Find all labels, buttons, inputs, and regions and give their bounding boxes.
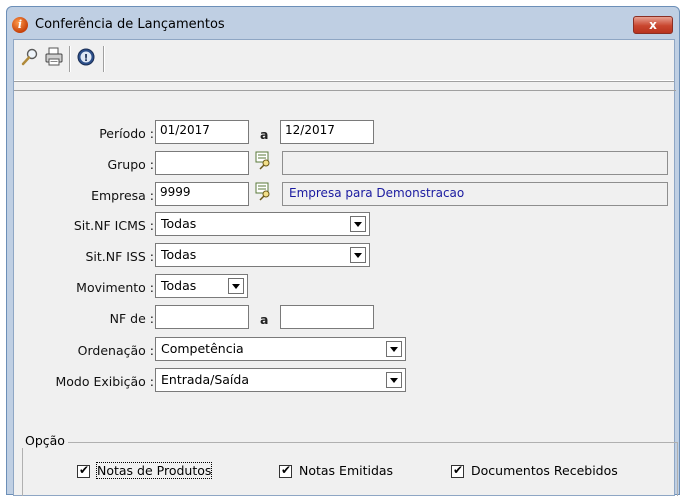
empresa-lookup-icon[interactable] bbox=[254, 181, 274, 201]
window: i Conferência de Lançamentos x ! Período… bbox=[6, 6, 680, 496]
toolbar-separator bbox=[69, 46, 71, 72]
periodo-label: Período : bbox=[99, 126, 154, 141]
modo-value: Entrada/Saída bbox=[161, 372, 249, 387]
printer-icon[interactable] bbox=[44, 47, 64, 67]
movimento-label: Movimento : bbox=[76, 280, 154, 295]
nf-to-input[interactable] bbox=[280, 305, 374, 329]
nf-from-input[interactable] bbox=[155, 305, 249, 329]
opcao-label: Opção bbox=[22, 433, 68, 448]
sit-icms-select[interactable]: Todas bbox=[155, 212, 370, 236]
client-area: ! Período : 01/2017 a 12/2017 Grupo : Em… bbox=[13, 39, 678, 496]
ordenacao-label: Ordenação : bbox=[77, 343, 154, 358]
toolbar-separator bbox=[103, 46, 105, 72]
notas-produtos-checkbox[interactable] bbox=[77, 463, 90, 478]
notas-emitidas-checkbox[interactable] bbox=[279, 463, 292, 478]
grupo-label: Grupo : bbox=[107, 157, 154, 172]
grupo-description bbox=[282, 151, 668, 175]
title-bar[interactable]: i Conferência de Lançamentos x bbox=[7, 7, 679, 41]
nf-sep-label: a bbox=[260, 312, 269, 327]
app-info-icon: i bbox=[12, 17, 28, 33]
chevron-down-icon[interactable] bbox=[228, 278, 244, 294]
ordenacao-select[interactable]: Competência bbox=[155, 337, 406, 361]
periodo-to-input[interactable]: 12/2017 bbox=[280, 120, 374, 144]
sit-iss-select[interactable]: Todas bbox=[155, 243, 370, 267]
sit-iss-label: Sit.NF ISS : bbox=[85, 249, 154, 264]
sit-icms-value: Todas bbox=[161, 216, 197, 231]
empresa-description: Empresa para Demonstracao bbox=[282, 182, 668, 206]
documentos-recebidos-label[interactable]: Documentos Recebidos bbox=[471, 463, 618, 478]
svg-text:!: ! bbox=[84, 53, 89, 64]
chevron-down-icon[interactable] bbox=[386, 372, 402, 388]
documentos-recebidos-checkbox[interactable] bbox=[451, 463, 464, 478]
search-icon[interactable] bbox=[20, 47, 40, 67]
close-button[interactable]: x bbox=[633, 16, 673, 34]
window-title: Conferência de Lançamentos bbox=[35, 17, 225, 32]
chevron-down-icon[interactable] bbox=[350, 247, 366, 263]
info-icon[interactable]: ! bbox=[76, 47, 96, 67]
toolbar: ! bbox=[14, 40, 674, 81]
empresa-input[interactable]: 9999 bbox=[155, 182, 249, 206]
modo-select[interactable]: Entrada/Saída bbox=[155, 368, 406, 392]
grupo-input[interactable] bbox=[155, 151, 249, 175]
modo-label: Modo Exibição : bbox=[55, 374, 154, 389]
periodo-sep-label: a bbox=[260, 127, 269, 142]
chevron-down-icon[interactable] bbox=[350, 216, 366, 232]
empresa-label: Empresa : bbox=[91, 188, 154, 203]
movimento-select[interactable]: Todas bbox=[155, 274, 248, 298]
notas-emitidas-label[interactable]: Notas Emitidas bbox=[299, 463, 393, 478]
chevron-down-icon[interactable] bbox=[386, 341, 402, 357]
sit-iss-value: Todas bbox=[161, 247, 197, 262]
notas-produtos-label[interactable]: Notas de Produtos bbox=[95, 462, 213, 479]
sit-icms-label: Sit.NF ICMS : bbox=[73, 218, 154, 233]
periodo-from-input[interactable]: 01/2017 bbox=[155, 120, 249, 144]
movimento-value: Todas bbox=[161, 278, 197, 293]
ordenacao-value: Competência bbox=[161, 341, 244, 356]
grupo-lookup-icon[interactable] bbox=[254, 150, 274, 170]
nf-label: NF de : bbox=[109, 311, 154, 326]
